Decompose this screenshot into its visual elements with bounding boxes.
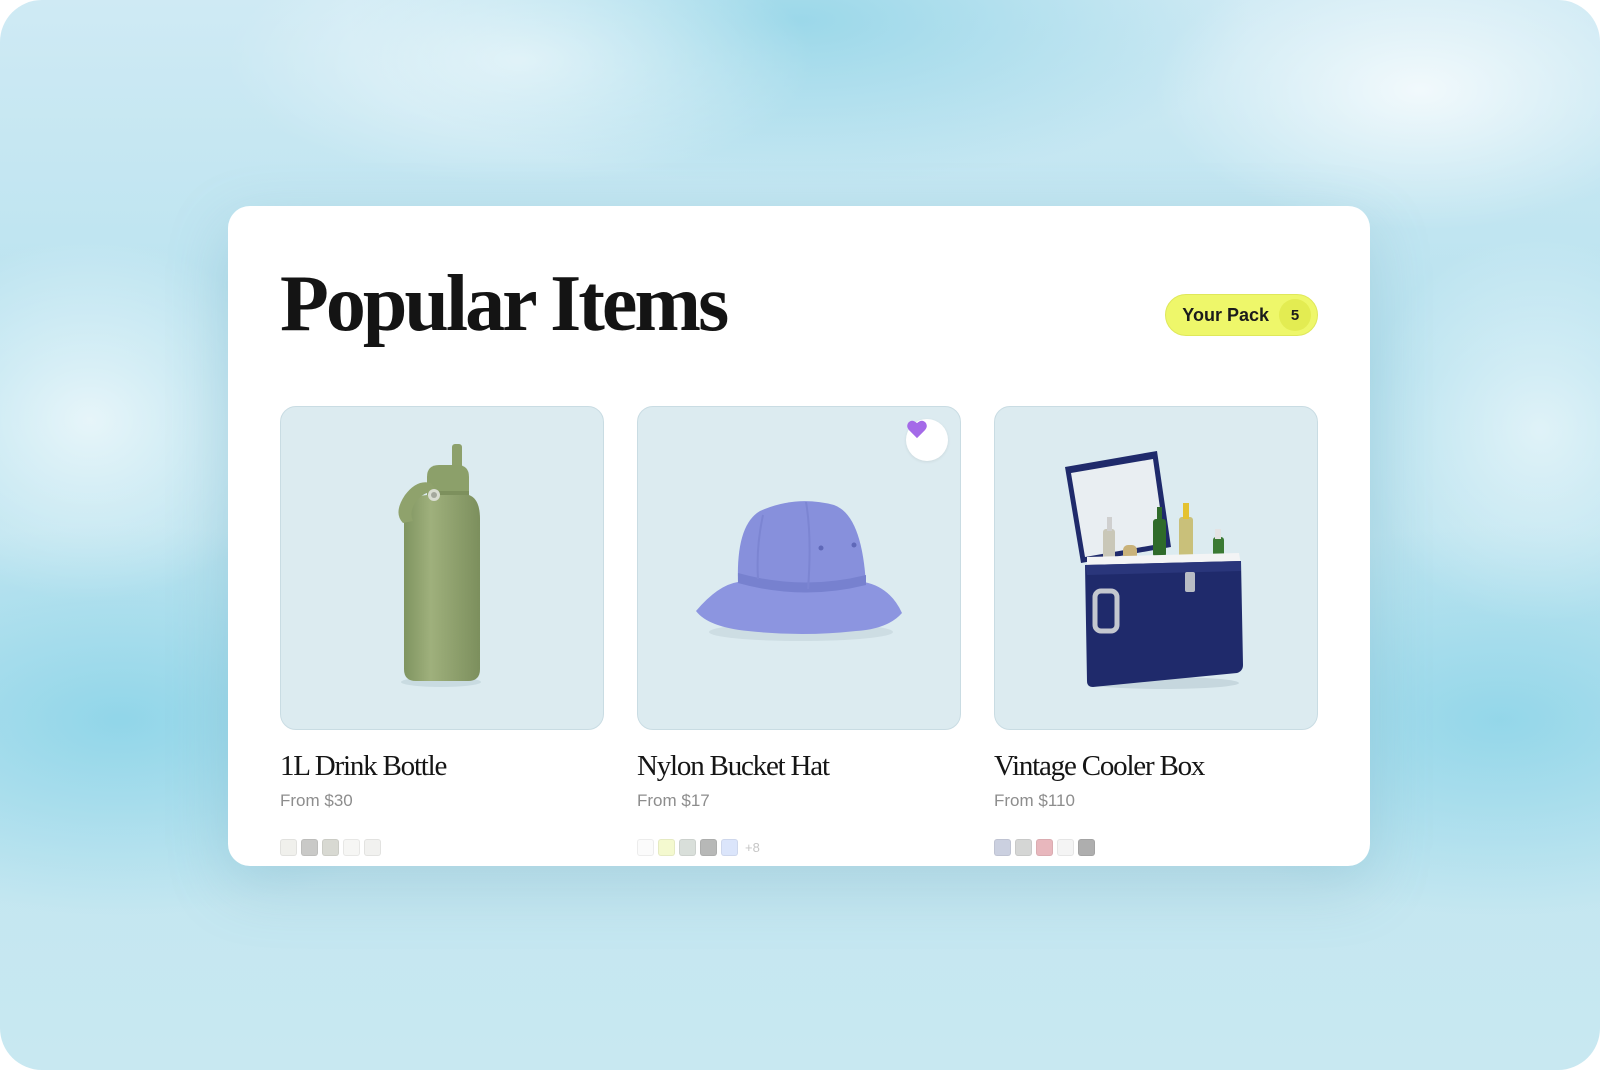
- color-swatch[interactable]: [994, 839, 1011, 856]
- product-name[interactable]: Nylon Bucket Hat: [637, 752, 961, 781]
- color-swatch[interactable]: [364, 839, 381, 856]
- color-swatch[interactable]: [280, 839, 297, 856]
- color-swatch[interactable]: [1015, 839, 1032, 856]
- color-swatch[interactable]: [700, 839, 717, 856]
- product-image-drink-bottle[interactable]: [280, 406, 604, 730]
- page-title: Popular Items: [280, 260, 729, 348]
- color-swatch[interactable]: [658, 839, 675, 856]
- favorite-button[interactable]: [906, 419, 948, 461]
- color-swatch[interactable]: [1036, 839, 1053, 856]
- color-swatches: [994, 839, 1318, 856]
- product-price: From $30: [280, 791, 353, 810]
- color-swatches: +8: [637, 839, 961, 856]
- heart-icon: [907, 420, 927, 439]
- popular-items-card: Popular Items Your Pack 5 1L Drink Bottl…: [228, 206, 1370, 866]
- color-swatch[interactable]: [1057, 839, 1074, 856]
- color-swatch[interactable]: [343, 839, 360, 856]
- color-swatch[interactable]: [679, 839, 696, 856]
- your-pack-label: Your Pack: [1182, 304, 1269, 325]
- color-swatch[interactable]: [637, 839, 654, 856]
- product-name[interactable]: Vintage Cooler Box: [994, 752, 1318, 781]
- product-price: From $17: [637, 791, 710, 810]
- product-card-bucket-hat[interactable]: Nylon Bucket Hat From $17 +8: [637, 406, 961, 856]
- your-pack-button[interactable]: Your Pack 5: [1165, 294, 1318, 336]
- color-swatch[interactable]: [1078, 839, 1095, 856]
- product-card-cooler-box[interactable]: Vintage Cooler Box From $110: [994, 406, 1318, 856]
- product-image-cooler-box[interactable]: [994, 406, 1318, 730]
- color-swatch[interactable]: [322, 839, 339, 856]
- color-swatch[interactable]: [301, 839, 318, 856]
- pack-count-badge: 5: [1279, 299, 1311, 331]
- more-colors-count[interactable]: +8: [745, 840, 760, 855]
- cooler-box-icon: [1065, 451, 1243, 689]
- product-image-bucket-hat[interactable]: [637, 406, 961, 730]
- drink-bottle-icon: [398, 444, 481, 687]
- product-price: From $110: [994, 791, 1075, 810]
- color-swatches: [280, 839, 604, 856]
- color-swatch[interactable]: [721, 839, 738, 856]
- product-card-drink-bottle[interactable]: 1L Drink Bottle From $30: [280, 406, 604, 856]
- product-grid: 1L Drink Bottle From $30 Nylon Bucket Ha…: [280, 406, 1320, 866]
- product-name[interactable]: 1L Drink Bottle: [280, 752, 604, 781]
